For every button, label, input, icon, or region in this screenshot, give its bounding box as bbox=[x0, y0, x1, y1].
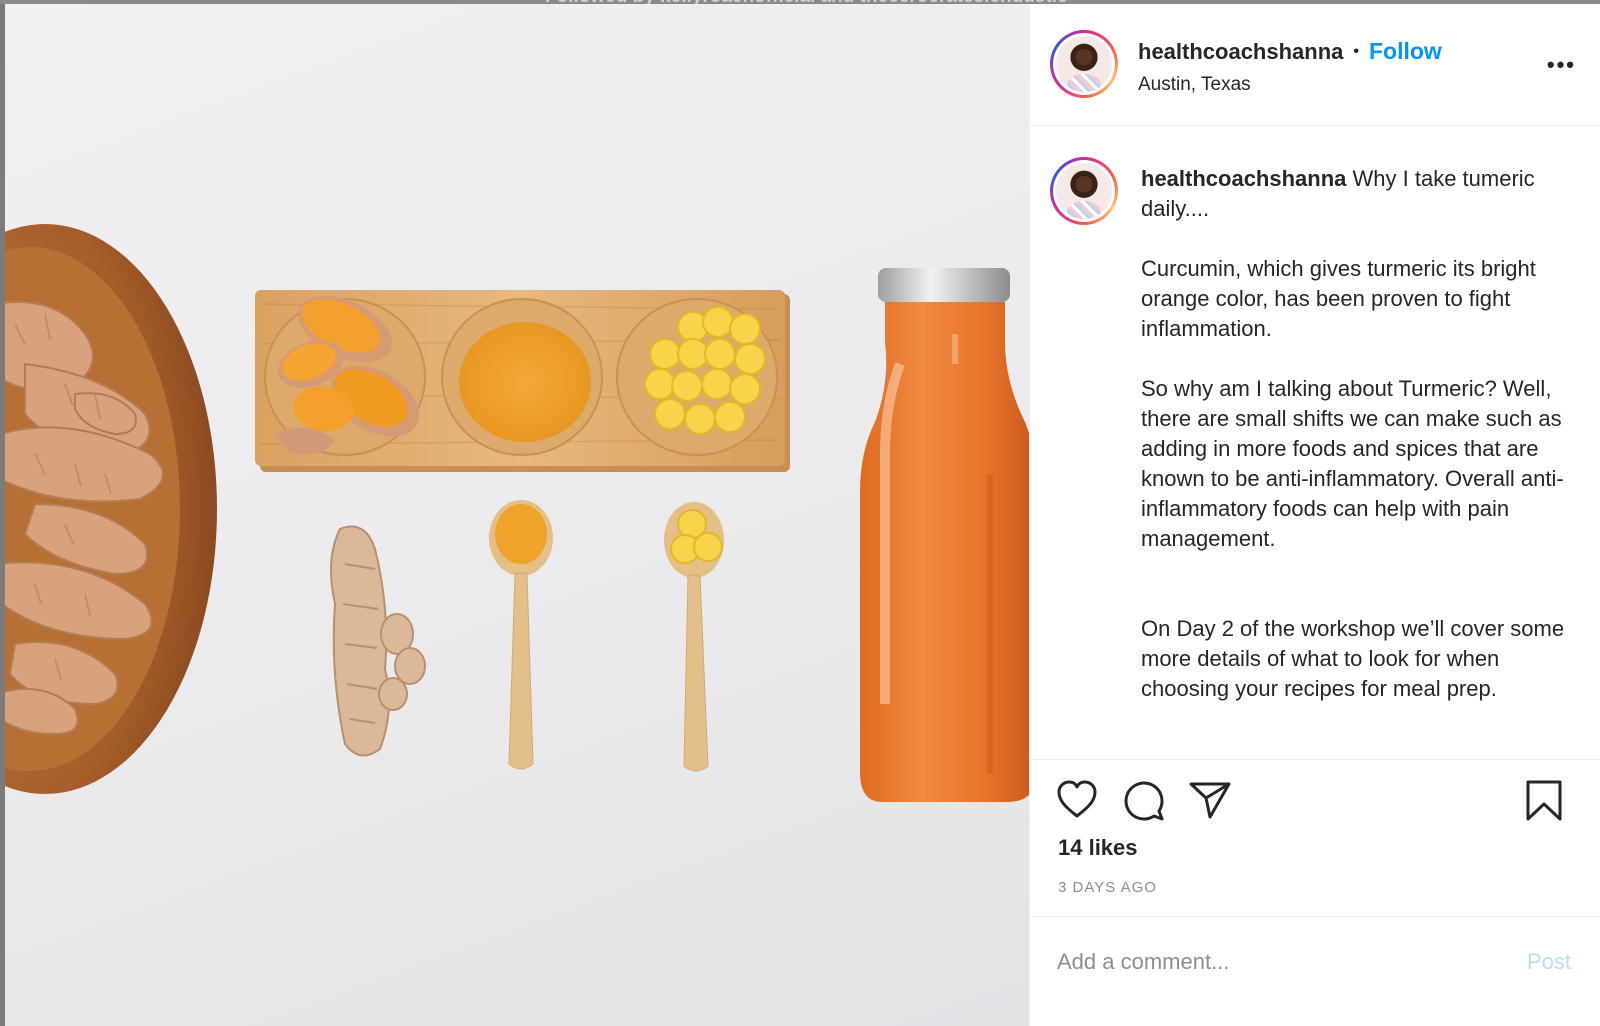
tablet-spoon bbox=[664, 502, 724, 772]
turmeric-illustration bbox=[5, 224, 1029, 802]
post-comment-button[interactable]: Post bbox=[1527, 949, 1571, 975]
caption-section: healthcoachshanna Why I take tumeric dai… bbox=[1030, 127, 1600, 759]
comment-bar: Post bbox=[1030, 916, 1600, 1026]
juice-bottle bbox=[860, 268, 1029, 802]
caption-avatar[interactable] bbox=[1050, 157, 1118, 225]
author-avatar[interactable] bbox=[1050, 30, 1118, 98]
post-modal: healthcoachshanna • Follow Austin, Texas… bbox=[5, 4, 1600, 1026]
turmeric-bowl bbox=[5, 224, 217, 794]
comment-icon[interactable] bbox=[1123, 780, 1165, 827]
post-timestamp[interactable]: 3 DAYS AGO bbox=[1058, 879, 1157, 896]
comment-input[interactable] bbox=[1057, 945, 1477, 979]
powder-spoon bbox=[489, 500, 553, 770]
post-header: healthcoachshanna • Follow Austin, Texas… bbox=[1030, 4, 1600, 126]
post-side-panel: healthcoachshanna • Follow Austin, Texas… bbox=[1029, 4, 1600, 1026]
caption-paragraph: Curcumin, which gives turmeric its brigh… bbox=[1141, 256, 1536, 341]
post-location[interactable]: Austin, Texas bbox=[1138, 74, 1251, 96]
wooden-tray bbox=[255, 290, 790, 472]
follow-button[interactable]: Follow bbox=[1369, 38, 1442, 65]
caption-username[interactable]: healthcoachshanna bbox=[1141, 166, 1346, 191]
post-photo bbox=[5, 4, 1029, 1026]
turmeric-root bbox=[330, 525, 426, 757]
bookmark-icon[interactable] bbox=[1525, 780, 1563, 827]
author-username[interactable]: healthcoachshanna bbox=[1138, 39, 1343, 65]
post-actions: 14 likes 3 DAYS AGO bbox=[1030, 759, 1600, 916]
heart-icon[interactable] bbox=[1056, 780, 1098, 825]
more-options-icon[interactable]: ••• bbox=[1547, 52, 1576, 78]
paper-plane-icon[interactable] bbox=[1188, 780, 1232, 825]
caption-text: healthcoachshanna Why I take tumeric dai… bbox=[1141, 164, 1581, 734]
avatar-photo bbox=[1056, 36, 1112, 92]
caption-paragraph: On Day 2 of the workshop we’ll cover som… bbox=[1141, 616, 1565, 701]
caption-paragraph: So why am I talking about Turmeric? Well… bbox=[1141, 376, 1564, 551]
likes-count[interactable]: 14 likes bbox=[1058, 835, 1138, 861]
separator-dot: • bbox=[1353, 42, 1359, 60]
author-row: healthcoachshanna • Follow bbox=[1138, 38, 1442, 65]
avatar-photo bbox=[1056, 163, 1112, 219]
